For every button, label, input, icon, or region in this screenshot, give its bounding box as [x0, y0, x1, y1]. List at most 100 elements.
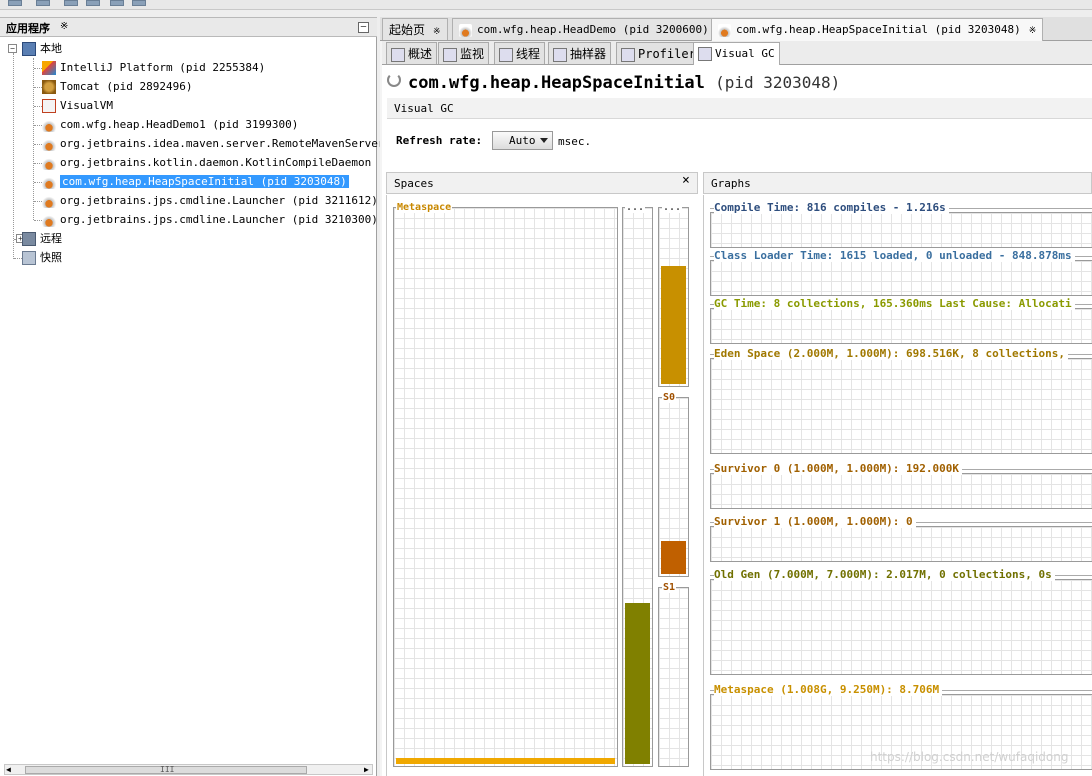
tree-node-app[interactable]: com.wfg.heap.HeadDemo1 (pid 3199300) [42, 115, 298, 134]
tree-node-app-selected[interactable]: com.wfg.heap.HeapSpaceInitial (pid 32030… [42, 172, 349, 191]
view-tab-label: Visual GC [715, 47, 775, 60]
tree-node-app[interactable]: org.jetbrains.kotlin.daemon.KotlinCompil… [42, 153, 404, 172]
add-jmx-icon[interactable] [64, 0, 78, 6]
intellij-icon [42, 61, 56, 75]
heap-dump-icon[interactable] [86, 0, 100, 6]
java-icon [718, 23, 731, 37]
spaces-panel-title: Spaces [394, 177, 434, 190]
tree-node-snapshots[interactable]: 快照 [22, 248, 62, 267]
sampler-icon [553, 47, 567, 62]
visualvm-icon [42, 99, 56, 113]
survivor1-space [658, 587, 689, 767]
tree-line [34, 87, 42, 88]
view-tab[interactable]: Profiler [616, 42, 701, 64]
graph-title: Eden Space (2.000M, 1.000M): 698.516K, 8… [714, 348, 1068, 360]
visual-gc-section-bar: Visual GC [387, 98, 1092, 119]
java-icon [42, 175, 56, 189]
java-icon [42, 156, 56, 170]
application-title: com.wfg.heap.HeapSpaceInitial (pid 32030… [408, 73, 840, 93]
document-tab-active[interactable]: com.wfg.heap.HeapSpaceInitial (pid 32030… [711, 18, 1044, 41]
spaces-panel-header: Spaces [386, 172, 698, 194]
java-icon [459, 23, 472, 37]
refresh-rate-unit: msec. [558, 135, 592, 148]
tree-line [34, 201, 42, 202]
compare-icon[interactable] [132, 0, 146, 6]
scroll-left-icon[interactable]: ◀ [6, 765, 11, 774]
tree-expander-local[interactable]: − [8, 44, 17, 53]
metaspace-space [393, 207, 618, 767]
document-tab[interactable]: com.wfg.heap.HeadDemo (pid 3200600)※ [452, 18, 732, 40]
eden-space [658, 207, 689, 387]
view-tab[interactable]: 线程 [494, 42, 546, 64]
scrollbar-grip: III [160, 765, 175, 774]
tree-node-app-label: org.jetbrains.jps.cmdline.Launcher (pid … [60, 194, 378, 207]
tree-node-local-label: 本地 [40, 42, 62, 55]
tree-node-app[interactable]: Tomcat (pid 2892496) [42, 77, 192, 96]
view-tab-label: 概述 [408, 47, 433, 61]
loading-spinner-icon [387, 73, 401, 87]
tree-node-local[interactable]: 本地 [22, 39, 62, 58]
threads-icon [499, 47, 513, 62]
view-tab-label: Profiler [638, 47, 696, 61]
open-icon[interactable] [8, 0, 22, 6]
watermark: https://blog.csdn.net/wufaqidong [870, 750, 1069, 764]
graphs-panel-title: Graphs [711, 177, 751, 190]
eden-label: ... [662, 202, 683, 213]
view-tab-label: 线程 [516, 47, 541, 61]
close-tab-icon[interactable]: ※ [1029, 26, 1037, 36]
applications-panel-close-button[interactable]: ※ [60, 21, 68, 32]
visualgc-icon [698, 47, 712, 61]
monitor-icon [443, 47, 457, 62]
java-icon [42, 137, 56, 151]
tree-node-app-label: org.jetbrains.idea.maven.server.RemoteMa… [60, 137, 411, 150]
old-gen-fill [625, 603, 650, 764]
graph-title: Survivor 0 (1.000M, 1.000M): 192.000K [714, 463, 963, 475]
document-tab-label: 起始页 [389, 23, 426, 37]
tree-line [33, 58, 34, 220]
tree-node-app[interactable]: org.jetbrains.jps.cmdline.Launcher (pid … [42, 191, 378, 210]
snapshots-icon [22, 251, 36, 265]
graph-plot [710, 579, 1092, 675]
tree-node-app[interactable]: org.jetbrains.jps.cmdline.Launcher (pid … [42, 210, 378, 229]
save-icon[interactable] [36, 0, 50, 6]
graph-plot [710, 212, 1092, 248]
old-gen-space [622, 207, 653, 767]
graph-plot [710, 260, 1092, 296]
applications-horizontal-scrollbar[interactable]: ◀ III ▶ [4, 764, 373, 775]
tree-node-remote-label: 远程 [40, 232, 62, 245]
scroll-right-icon[interactable]: ▶ [364, 765, 369, 774]
metaspace-label: Metaspace [396, 202, 453, 213]
tree-node-app-label: com.wfg.heap.HeadDemo1 (pid 3199300) [60, 118, 299, 131]
java-icon [42, 194, 56, 208]
document-tab[interactable]: 起始页 ※ [382, 18, 448, 40]
graph-title: Class Loader Time: 1615 loaded, 0 unload… [714, 250, 1075, 262]
view-tab[interactable]: 抽样器 [548, 42, 612, 64]
view-tab[interactable]: 概述 [386, 42, 438, 64]
spaces-close-button[interactable]: × [682, 174, 690, 187]
tree-node-remote[interactable]: 远程 [22, 229, 62, 248]
survivor1-label: S1 [662, 582, 677, 593]
tree-node-app-label: Tomcat (pid 2892496) [60, 80, 193, 93]
refresh-rate-value: Auto [509, 134, 536, 147]
tree-node-app[interactable]: IntelliJ Platform (pid 2255384) [42, 58, 265, 77]
survivor0-fill [661, 541, 686, 574]
old-gen-label: ... [625, 202, 646, 213]
applications-panel-header [0, 17, 377, 37]
close-tab-icon[interactable]: ※ [433, 27, 441, 37]
tree-line [34, 220, 42, 221]
view-tab-label: 监视 [460, 47, 485, 61]
tree-node-app[interactable]: VisualVM [42, 96, 113, 115]
snapshot-icon[interactable] [110, 0, 124, 6]
document-tab-label: com.wfg.heap.HeapSpaceInitial (pid 32030… [736, 23, 1021, 36]
scrollbar-thumb[interactable]: III [25, 765, 307, 774]
view-tab[interactable]: 监视 [438, 42, 490, 64]
applications-panel-minimize-button[interactable]: – [358, 22, 369, 33]
tree-node-app[interactable]: org.jetbrains.idea.maven.server.RemoteMa… [42, 134, 411, 153]
chevron-down-icon [540, 138, 548, 143]
graph-title: Metaspace (1.008G, 9.250M): 8.706M [714, 684, 943, 696]
tree-line [34, 106, 42, 107]
tree-line [34, 68, 42, 69]
refresh-rate-select[interactable]: Auto [492, 131, 553, 150]
view-tab-active[interactable]: Visual GC [693, 42, 780, 65]
tree-node-snapshots-label: 快照 [40, 251, 62, 264]
